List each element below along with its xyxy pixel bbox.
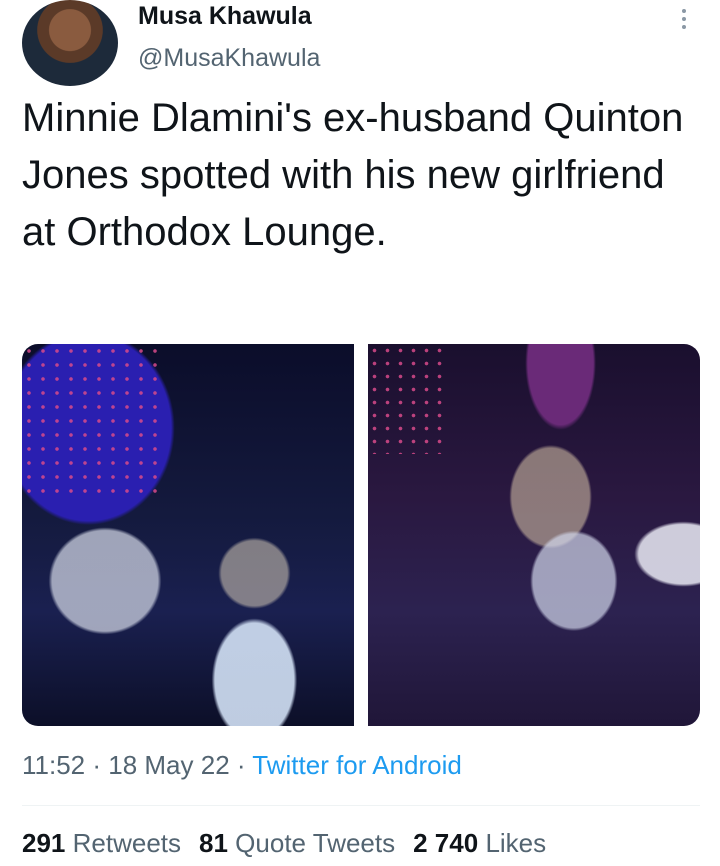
quote-tweets-label: Quote Tweets [235, 828, 396, 858]
quote-tweets-stat[interactable]: 81 Quote Tweets [199, 828, 395, 858]
avatar[interactable] [22, 0, 118, 86]
retweets-count: 291 [22, 828, 66, 858]
retweets-label: Retweets [72, 828, 182, 858]
more-vertical-icon [682, 9, 686, 13]
tweet-source-link[interactable]: Twitter for Android [252, 750, 462, 780]
quote-tweets-count: 81 [199, 828, 228, 858]
tweet-photo-2[interactable] [368, 344, 700, 726]
photo-decoration [22, 344, 162, 494]
tweet-photo-1[interactable] [22, 344, 354, 726]
tweet-text: Minnie Dlamini's ex-husband Quinton Jone… [22, 96, 684, 254]
tweet-metadata: 11:52 · 18 May 22 · Twitter for Android [22, 750, 462, 781]
likes-label: Likes [485, 828, 547, 858]
meta-separator: · [229, 750, 253, 780]
meta-separator: · [85, 750, 109, 780]
divider [22, 805, 700, 806]
author-handle[interactable]: @MusaKhawula [138, 44, 320, 73]
likes-stat[interactable]: 2 740 Likes [413, 828, 546, 858]
author-name[interactable]: Musa Khawula [138, 2, 312, 31]
more-options-button[interactable] [672, 4, 696, 34]
tweet-date[interactable]: 18 May 22 [108, 750, 229, 780]
likes-count: 2 740 [413, 828, 479, 858]
photo-decoration [368, 344, 448, 454]
tweet-stats: 291 Retweets 81 Quote Tweets 2 740 Likes [22, 828, 564, 859]
retweets-stat[interactable]: 291 Retweets [22, 828, 181, 858]
tweet-time[interactable]: 11:52 [22, 750, 85, 780]
